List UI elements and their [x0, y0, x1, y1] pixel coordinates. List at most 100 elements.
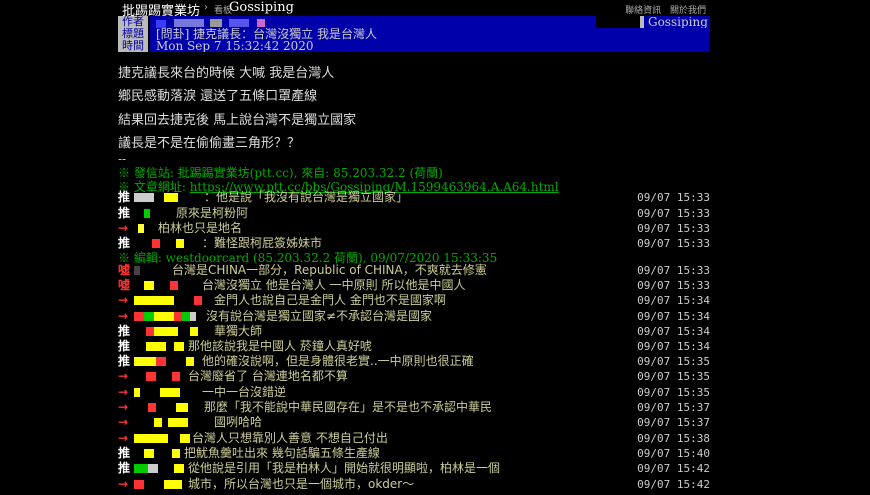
push-tag: 推	[118, 206, 131, 220]
push-time: 09/07 15:38	[637, 432, 710, 445]
push-time: 09/07 15:33	[637, 237, 710, 250]
push-row: 推 那他該說我是中國人 菸鐘人真好唬 09/07 15:34	[118, 339, 710, 354]
push-user-redacted	[134, 224, 144, 233]
push-tag: 推	[118, 324, 131, 338]
push-text: 台灣沒獨立 他是台灣人 一中原則 所以他是中國人	[202, 278, 466, 292]
push-tag: 推	[118, 461, 131, 475]
article-time: Mon Sep 7 15:32:42 2020	[150, 40, 710, 52]
push-row: 推 把魷魚羹吐出來 幾句話騙五條生產線 09/07 15:40	[118, 446, 710, 461]
push-user-redacted	[134, 312, 196, 321]
push-tag: →	[118, 293, 129, 307]
push-user-redacted	[134, 403, 188, 412]
push-text: 從他說是引用「我是柏林人」開始就很明顯啦，柏林是一個	[188, 461, 501, 475]
breadcrumb-separator: ›	[204, 2, 208, 13]
top-nav-bar: 批踢踢實業坊 › 看板 Gossiping 聯絡資訊 關於我們	[108, 0, 708, 19]
push-user-redacted	[134, 372, 180, 381]
push-time: 09/07 15:42	[637, 462, 710, 475]
push-tag: →	[118, 477, 129, 491]
push-row: → 那麼「我不能說中華民國存在」是不是也不承認中華民 09/07 15:37	[118, 400, 710, 415]
push-row: → 沒有說台灣是獨立國家≠不承認台灣是國家 09/07 15:34	[118, 309, 710, 324]
push-tag: 推	[118, 354, 131, 368]
push-time: 09/07 15:34	[637, 294, 710, 307]
push-time: 09/07 15:33	[637, 207, 710, 220]
push-row: → 柏林也只是地名 09/07 15:33	[118, 221, 710, 236]
push-tag: 推	[118, 339, 131, 353]
push-row: 推 ：他是說「我沒有說台灣是獨立國家」 09/07 15:33	[118, 190, 710, 205]
push-tag: →	[118, 309, 129, 323]
push-tag: →	[118, 221, 129, 235]
push-time: 09/07 15:34	[637, 340, 710, 353]
push-user-redacted	[134, 239, 184, 248]
push-user-redacted	[134, 193, 178, 202]
push-tag: 噓	[118, 278, 131, 292]
push-time: 09/07 15:35	[637, 370, 710, 383]
push-row: 推 原來是柯粉阿 09/07 15:33	[118, 206, 710, 221]
push-time: 09/07 15:34	[637, 325, 710, 338]
board-value: Gossiping	[644, 16, 710, 28]
push-row: 噓 台灣沒獨立 他是台灣人 一中原則 所以他是中國人 09/07 15:33	[118, 278, 710, 293]
push-row: 推 從他說是引用「我是柏林人」開始就很明顯啦，柏林是一個 09/07 15:42	[118, 461, 710, 476]
article-title: [問卦] 捷克議長：台灣沒獨立 我是台灣人	[150, 28, 710, 40]
push-tag: 噓	[118, 263, 131, 277]
push-time: 09/07 15:42	[637, 478, 710, 491]
push-user-redacted	[134, 449, 180, 458]
push-text: 那他該說我是中國人 菸鐘人真好唬	[188, 339, 372, 353]
push-user-redacted	[134, 357, 194, 366]
push-text: 國咧哈哈	[214, 415, 263, 429]
push-user-redacted	[134, 464, 184, 473]
push-user-redacted	[134, 209, 150, 218]
body-line: 議長是不是在偷偷畫三角形？？	[118, 136, 301, 151]
push-time: 09/07 15:40	[637, 447, 710, 460]
push-row: → 城市，所以台灣也只是一個城市，okder～ 09/07 15:42	[118, 477, 710, 492]
push-tag: →	[118, 431, 129, 445]
push-time: 09/07 15:37	[637, 416, 710, 429]
push-user-redacted	[134, 342, 184, 351]
breadcrumb-board-link[interactable]: Gossiping	[229, 0, 294, 15]
push-tag: →	[118, 415, 129, 429]
push-text: 台灣人只想靠別人善意 不想自己付出	[192, 431, 388, 445]
push-row: 噓 台灣是CHINA一部分，Republic of CHINA，不爽就去修憲 09/…	[118, 263, 710, 278]
push-time: 09/07 15:33	[637, 264, 710, 277]
push-user-redacted	[134, 266, 140, 275]
push-tag: →	[118, 400, 129, 414]
push-text: 那麼「我不能說中華民國存在」是不是也不承認中華民	[204, 400, 493, 414]
push-row: → 一中一台沒錯逆 09/07 15:35	[118, 385, 710, 400]
push-time: 09/07 15:33	[637, 279, 710, 292]
push-text: 台灣廢省了 台灣連地名都不算	[188, 369, 348, 383]
push-text: 把魷魚羹吐出來 幾句話騙五條生產線	[184, 446, 380, 460]
push-tag: →	[118, 385, 129, 399]
push-user-redacted	[134, 327, 198, 336]
push-user-redacted	[134, 281, 178, 290]
push-row: 推 他的確沒說啊，但是身體很老實..一中原則也很正確 09/07 15:35	[118, 354, 710, 369]
push-row: → 台灣人只想靠別人善意 不想自己付出 09/07 15:38	[118, 431, 710, 446]
push-text: 華獨大師	[214, 324, 263, 338]
body-line: 結果回去捷克後 馬上說台灣不是獨立國家	[118, 113, 357, 128]
push-tag: 推	[118, 446, 131, 460]
push-text: 台灣是CHINA一部分，Republic of CHINA，不爽就去修憲	[172, 263, 487, 277]
push-time: 09/07 15:33	[637, 191, 710, 204]
push-user-redacted	[134, 434, 190, 443]
push-tag: →	[118, 369, 129, 383]
push-text: 原來是柯粉阿	[176, 206, 249, 220]
push-text: 城市，所以台灣也只是一個城市，okder～	[188, 477, 415, 491]
push-time: 09/07 15:34	[637, 310, 710, 323]
push-row: → 金門人也說自己是金門人 金門也不是國家啊 09/07 15:34	[118, 293, 710, 308]
push-time: 09/07 15:33	[637, 222, 710, 235]
push-user-redacted	[134, 388, 180, 397]
push-time: 09/07 15:35	[637, 355, 710, 368]
push-text: ：他是說「我沒有說台灣是獨立國家」	[204, 190, 409, 204]
time-label: 時間	[118, 40, 148, 52]
push-time: 09/07 15:35	[637, 386, 710, 399]
push-text: 一中一台沒錯逆	[202, 385, 287, 399]
push-text: 柏林也只是地名	[158, 221, 243, 235]
push-user-redacted	[134, 418, 188, 427]
push-text: 沒有說台灣是獨立國家≠不承認台灣是國家	[206, 309, 433, 323]
author-value	[150, 16, 596, 28]
body-line: 鄉民感動落淚 還送了五條口罩產線	[118, 89, 318, 104]
article-metadata: 作者 看板 Gossiping 標題 [問卦] 捷克議長：台灣沒獨立 我是台灣人…	[118, 16, 710, 52]
push-tag: 推	[118, 190, 131, 204]
push-user-redacted	[134, 296, 202, 305]
push-time: 09/07 15:37	[637, 401, 710, 414]
push-text: 金門人也說自己是金門人 金門也不是國家啊	[214, 293, 446, 307]
push-row: 推 華獨大師 09/07 15:34	[118, 324, 710, 339]
